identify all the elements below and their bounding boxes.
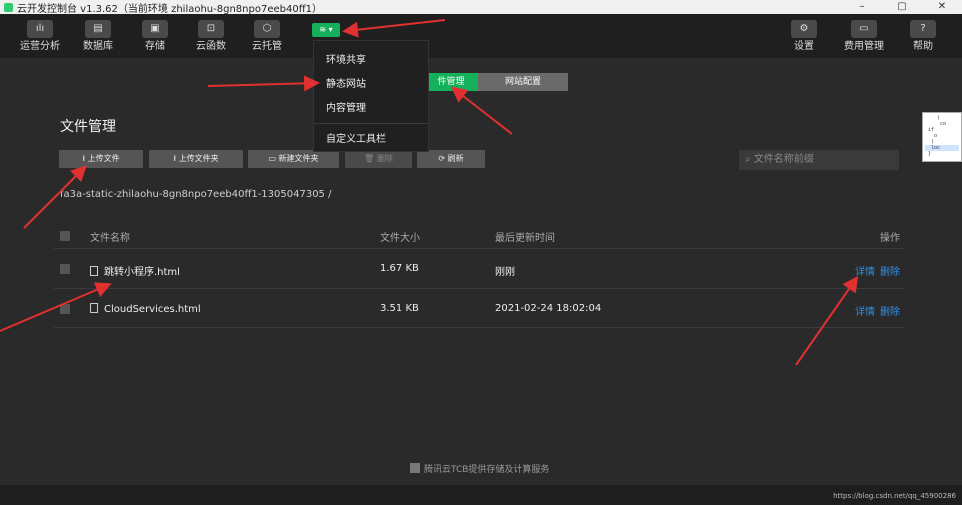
toolbar-database[interactable]: ▤ 数据库: [70, 20, 126, 53]
toolbar-label: 存储: [145, 41, 165, 52]
toolbar-help[interactable]: ? 帮助: [895, 20, 951, 53]
database-icon: ▤: [85, 20, 111, 38]
search-placeholder: 文件名称前缀: [753, 154, 814, 165]
delete-link[interactable]: 删除: [880, 307, 900, 318]
toolbar-settings[interactable]: ⚙ 设置: [776, 20, 832, 53]
header-size: 文件大小: [380, 233, 420, 244]
toolbar-container[interactable]: ⬡ 云托管: [239, 20, 295, 53]
gear-icon: ⚙: [791, 20, 817, 38]
layers-icon: ≋: [319, 25, 327, 34]
menu-divider: [314, 123, 428, 124]
row-checkbox[interactable]: [60, 264, 70, 274]
footer-label: 腾讯云TCB提供存储及计算服务: [424, 465, 550, 475]
env-switch-button[interactable]: ≋ ▾: [312, 23, 340, 37]
arrow-to-static-site: [207, 75, 320, 92]
file-time: 刚刚: [495, 267, 515, 278]
toolbar-billing[interactable]: ▭ 费用管理: [836, 20, 892, 53]
app-icon: [4, 2, 13, 12]
delete-button[interactable]: 🗑 删除: [345, 150, 412, 168]
upload-icon: ⭱: [173, 154, 177, 163]
menu-item-content-mgmt[interactable]: 内容管理: [326, 99, 366, 114]
breadcrumb-path: fa3a-static-zhilaohu-8gn8npo7eeb40ff1-13…: [60, 189, 332, 200]
new-folder-button[interactable]: ▭ 新建文件夹: [248, 150, 339, 168]
trash-icon: 🗑: [364, 154, 375, 163]
upload-file-button[interactable]: ⭱ 上传文件: [59, 150, 143, 168]
minimize-button[interactable]: –: [842, 0, 882, 14]
file-size: 3.51 KB: [380, 303, 419, 314]
search-input[interactable]: ⌕ 文件名称前缀: [739, 150, 899, 170]
toolbar-storage[interactable]: ▣ 存储: [127, 20, 183, 53]
file-size: 1.67 KB: [380, 263, 419, 274]
detail-link[interactable]: 详情: [855, 267, 875, 278]
toolbar-label: 数据库: [83, 41, 113, 52]
select-all-checkbox[interactable]: [60, 231, 70, 241]
menu-item-static-site[interactable]: 静态网站: [326, 75, 366, 90]
button-label: 刷新: [447, 154, 464, 163]
page-title: 文件管理: [60, 119, 116, 135]
file-time: 2021-02-24 18:02:04: [495, 303, 602, 314]
table-header: 文件名称 文件大小 最后更新时间 操作: [54, 224, 904, 248]
footer-text: 腾讯云TCB提供存储及计算服务: [410, 462, 549, 475]
search-icon: ⌕: [745, 154, 751, 165]
toolbar: ılı 运营分析 ▤ 数据库 ▣ 存储 ⊡ 云函数 ⬡ 云托管 ⚙ 设置 ▭ 费…: [0, 14, 962, 58]
header-ops: 操作: [880, 233, 900, 244]
function-icon: ⊡: [198, 20, 224, 38]
file-icon: [90, 303, 98, 313]
header-time: 最后更新时间: [495, 233, 555, 244]
code-thumbnail: ( co if o ) loc }: [922, 112, 962, 162]
file-table: 文件名称 文件大小 最后更新时间 操作 跳转小程序.html 1.67 KB 刚…: [54, 224, 904, 328]
table-row: CloudServices.html 3.51 KB 2021-02-24 18…: [54, 288, 904, 328]
file-name: 跳转小程序.html: [104, 267, 180, 278]
arrow-to-file-tab: [450, 86, 513, 135]
row-checkbox[interactable]: [60, 304, 70, 314]
toolbar-functions[interactable]: ⊡ 云函数: [183, 20, 239, 53]
window-controls: – ▢ ✕: [842, 0, 962, 14]
watermark: https://blog.csdn.net/qq_45900286: [833, 492, 956, 500]
button-label: 删除: [376, 154, 393, 163]
toolbar-label: 云函数: [196, 41, 226, 52]
refresh-button[interactable]: ⟳ 刷新: [417, 150, 485, 168]
help-icon: ?: [910, 20, 936, 38]
upload-icon: ⭱: [82, 154, 86, 163]
billing-icon: ▭: [851, 20, 877, 38]
file-name: CloudServices.html: [104, 304, 201, 315]
detail-link[interactable]: 详情: [855, 307, 875, 318]
tab-bar: 件管理 网站配置: [424, 73, 568, 91]
header-name: 文件名称: [90, 233, 130, 244]
status-bar: [0, 485, 962, 505]
container-icon: ⬡: [254, 20, 280, 38]
toolbar-label: 设置: [794, 41, 814, 52]
tab-site-config[interactable]: 网站配置: [478, 73, 568, 91]
button-label: 上传文件夹: [178, 154, 219, 163]
table-row: 跳转小程序.html 1.67 KB 刚刚 详情 删除: [54, 248, 904, 288]
toolbar-label: 运营分析: [20, 41, 60, 52]
maximize-button[interactable]: ▢: [882, 0, 922, 14]
refresh-icon: ⟳: [438, 154, 446, 163]
folder-icon: ▭: [268, 154, 276, 163]
button-label: 新建文件夹: [278, 154, 319, 163]
toolbar-operations[interactable]: ılı 运营分析: [12, 20, 68, 53]
tab-file-management[interactable]: 件管理: [424, 73, 478, 91]
menu-item-custom-toolbar[interactable]: 自定义工具栏: [326, 130, 386, 145]
delete-link[interactable]: 删除: [880, 267, 900, 278]
file-name-cell: 跳转小程序.html: [90, 263, 180, 278]
menu-item-env-share[interactable]: 环境共享: [326, 51, 366, 66]
button-label: 上传文件: [87, 154, 120, 163]
toolbar-label: 费用管理: [844, 41, 884, 52]
tcb-icon: [410, 463, 420, 473]
row-ops: 详情 删除: [850, 263, 900, 278]
storage-icon: ▣: [142, 20, 168, 38]
window-title: 云开发控制台 v1.3.62（当前环境 zhilaohu-8gn8npo7eeb…: [17, 3, 322, 15]
title-bar: 云开发控制台 v1.3.62（当前环境 zhilaohu-8gn8npo7eeb…: [0, 0, 962, 15]
upload-folder-button[interactable]: ⭱ 上传文件夹: [149, 150, 243, 168]
file-name-cell: CloudServices.html: [90, 303, 201, 315]
env-dropdown-menu: 环境共享 静态网站 内容管理 自定义工具栏: [313, 40, 429, 152]
file-icon: [90, 266, 98, 276]
toolbar-label: 帮助: [913, 41, 933, 52]
close-button[interactable]: ✕: [922, 0, 962, 14]
chevron-down-icon: ▾: [328, 25, 333, 34]
toolbar-label: 云托管: [252, 41, 282, 52]
row-ops: 详情 删除: [850, 303, 900, 318]
chart-icon: ılı: [27, 20, 53, 38]
